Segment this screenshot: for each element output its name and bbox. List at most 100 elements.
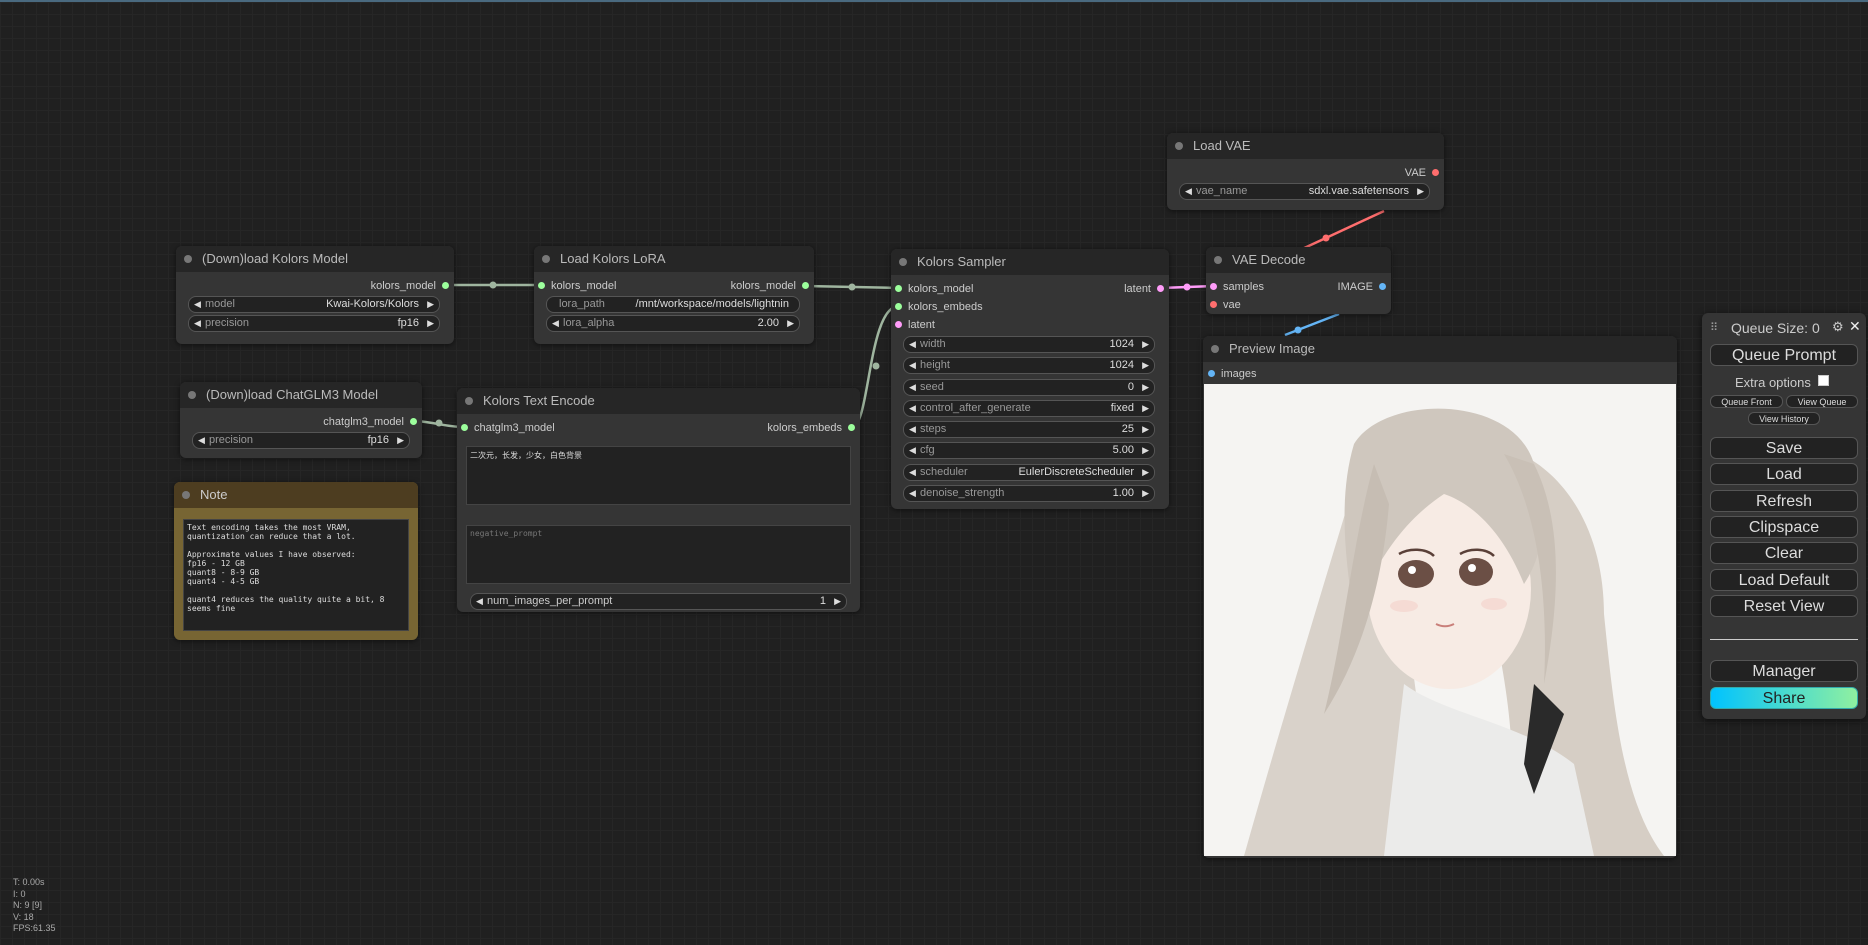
view-history-button[interactable]: View History bbox=[1748, 412, 1820, 425]
load-button[interactable]: Load bbox=[1710, 463, 1858, 485]
output-slot-latent[interactable]: latent bbox=[1124, 282, 1151, 296]
output-slot-kolors-model[interactable]: kolors_model bbox=[371, 279, 436, 293]
input-slot-kolors-model[interactable]: kolors_model bbox=[908, 282, 973, 296]
node-title[interactable]: Preview Image bbox=[1203, 336, 1677, 362]
sampler-widget[interactable]: ◀ denoise_strength 1.00 ▶ bbox=[903, 484, 1155, 502]
arrow-left-icon[interactable]: ◀ bbox=[909, 358, 916, 373]
arrow-left-icon[interactable]: ◀ bbox=[198, 433, 205, 448]
widget-lora-path[interactable]: lora_path /mnt/workspace/models/lightnin bbox=[546, 296, 800, 313]
input-dot-icon[interactable] bbox=[1208, 370, 1215, 377]
collapse-dot-icon[interactable] bbox=[542, 255, 550, 263]
collapse-dot-icon[interactable] bbox=[1214, 256, 1222, 264]
node-load-kolors-model[interactable]: (Down)load Kolors Model kolors_model ◀ m… bbox=[176, 246, 454, 344]
arrow-right-icon[interactable]: ▶ bbox=[787, 316, 794, 331]
manager-button[interactable]: Manager bbox=[1710, 660, 1858, 682]
input-dot-icon[interactable] bbox=[1210, 301, 1217, 308]
view-queue-button[interactable]: View Queue bbox=[1786, 395, 1858, 408]
collapse-dot-icon[interactable] bbox=[182, 491, 190, 499]
input-dot-icon[interactable] bbox=[461, 424, 468, 431]
arrow-left-icon[interactable]: ◀ bbox=[909, 486, 916, 501]
refresh-button[interactable]: Refresh bbox=[1710, 490, 1858, 512]
output-dot-icon[interactable] bbox=[410, 418, 417, 425]
arrow-right-icon[interactable]: ▶ bbox=[1142, 358, 1149, 373]
node-title[interactable]: (Down)load Kolors Model bbox=[176, 246, 454, 272]
arrow-left-icon[interactable]: ◀ bbox=[194, 297, 201, 312]
collapse-dot-icon[interactable] bbox=[184, 255, 192, 263]
clear-button[interactable]: Clear bbox=[1710, 542, 1858, 564]
arrow-right-icon[interactable]: ▶ bbox=[1417, 184, 1424, 199]
drag-handle-icon[interactable]: ⠿ bbox=[1710, 321, 1718, 334]
node-load-vae[interactable]: Load VAE VAE ◀ vae_name sdxl.vae.safeten… bbox=[1167, 133, 1444, 210]
input-dot-icon[interactable] bbox=[895, 285, 902, 292]
arrow-right-icon[interactable]: ▶ bbox=[834, 594, 841, 609]
output-slot-chatglm3-model[interactable]: chatglm3_model bbox=[323, 415, 404, 429]
output-slot-kolors-embeds[interactable]: kolors_embeds bbox=[767, 421, 842, 435]
sampler-widget[interactable]: ◀ scheduler EulerDiscreteScheduler ▶ bbox=[903, 463, 1155, 481]
input-slot-vae[interactable]: vae bbox=[1223, 298, 1241, 312]
output-dot-icon[interactable] bbox=[442, 282, 449, 289]
output-slot-kolors-model[interactable]: kolors_model bbox=[731, 279, 796, 293]
load-default-button[interactable]: Load Default bbox=[1710, 569, 1858, 591]
widget-model[interactable]: ◀ model Kwai-Kolors/Kolors ▶ bbox=[188, 296, 440, 313]
preview-image[interactable] bbox=[1204, 384, 1676, 856]
node-title[interactable]: Kolors Text Encode bbox=[457, 388, 860, 414]
output-slot-image[interactable]: IMAGE bbox=[1338, 280, 1373, 294]
node-title[interactable]: (Down)load ChatGLM3 Model bbox=[180, 382, 422, 408]
input-dot-icon[interactable] bbox=[538, 282, 545, 289]
note-text[interactable]: Text encoding takes the most VRAM, quant… bbox=[183, 519, 409, 631]
collapse-dot-icon[interactable] bbox=[188, 391, 196, 399]
arrow-left-icon[interactable]: ◀ bbox=[552, 316, 559, 331]
arrow-left-icon[interactable]: ◀ bbox=[909, 337, 916, 352]
extra-options-checkbox[interactable] bbox=[1817, 375, 1829, 386]
arrow-left-icon[interactable]: ◀ bbox=[909, 443, 916, 458]
sampler-widget[interactable]: ◀ steps 25 ▶ bbox=[903, 421, 1155, 438]
input-slot-images[interactable]: images bbox=[1221, 367, 1256, 381]
node-load-chatglm3[interactable]: (Down)load ChatGLM3 Model chatglm3_model… bbox=[180, 382, 422, 458]
queue-front-button[interactable]: Queue Front bbox=[1710, 395, 1783, 408]
negative-prompt-textarea[interactable]: negative_prompt bbox=[466, 525, 851, 584]
output-dot-icon[interactable] bbox=[1157, 285, 1164, 292]
arrow-right-icon[interactable]: ▶ bbox=[1142, 337, 1149, 352]
widget-precision[interactable]: ◀ precision fp16 ▶ bbox=[188, 315, 440, 332]
arrow-right-icon[interactable]: ▶ bbox=[427, 297, 434, 312]
sampler-widget[interactable]: ◀ height 1024 ▶ bbox=[903, 357, 1155, 375]
widget-lora-alpha[interactable]: ◀ lora_alpha 2.00 ▶ bbox=[546, 315, 800, 332]
arrow-right-icon[interactable]: ▶ bbox=[1142, 401, 1149, 416]
node-title[interactable]: Kolors Sampler bbox=[891, 249, 1169, 275]
node-preview-image[interactable]: Preview Image images bbox=[1203, 336, 1677, 858]
node-note[interactable]: Note Text encoding takes the most VRAM, … bbox=[174, 482, 418, 640]
queue-prompt-button[interactable]: Queue Prompt bbox=[1710, 344, 1858, 366]
collapse-dot-icon[interactable] bbox=[899, 258, 907, 266]
widget-vae-name[interactable]: ◀ vae_name sdxl.vae.safetensors ▶ bbox=[1179, 183, 1430, 200]
node-kolors-sampler[interactable]: Kolors Sampler kolors_model kolors_embed… bbox=[891, 249, 1169, 509]
output-slot-vae[interactable]: VAE bbox=[1405, 166, 1426, 180]
input-slot-latent[interactable]: latent bbox=[908, 318, 935, 332]
clipspace-button[interactable]: Clipspace bbox=[1710, 516, 1858, 538]
arrow-left-icon[interactable]: ◀ bbox=[909, 401, 916, 416]
arrow-right-icon[interactable]: ▶ bbox=[1142, 422, 1149, 437]
prompt-textarea[interactable]: 二次元，长发，少女，白色背景 bbox=[466, 446, 851, 505]
reset-view-button[interactable]: Reset View bbox=[1710, 595, 1858, 617]
arrow-right-icon[interactable]: ▶ bbox=[1142, 486, 1149, 501]
node-load-kolors-lora[interactable]: Load Kolors LoRA kolors_model kolors_mod… bbox=[534, 246, 814, 344]
collapse-dot-icon[interactable] bbox=[465, 397, 473, 405]
gear-icon[interactable]: ⚙ bbox=[1832, 319, 1844, 335]
node-title[interactable]: Note bbox=[174, 482, 418, 508]
input-dot-icon[interactable] bbox=[1210, 283, 1217, 290]
arrow-left-icon[interactable]: ◀ bbox=[1185, 184, 1192, 199]
collapse-dot-icon[interactable] bbox=[1211, 345, 1219, 353]
extra-options[interactable]: Extra options bbox=[1735, 375, 1829, 390]
arrow-left-icon[interactable]: ◀ bbox=[476, 594, 483, 609]
widget-num-images[interactable]: ◀ num_images_per_prompt 1 ▶ bbox=[470, 593, 847, 610]
collapse-dot-icon[interactable] bbox=[1175, 142, 1183, 150]
save-button[interactable]: Save bbox=[1710, 437, 1858, 459]
arrow-left-icon[interactable]: ◀ bbox=[909, 380, 916, 395]
arrow-right-icon[interactable]: ▶ bbox=[1142, 465, 1149, 480]
input-slot-chatglm3-model[interactable]: chatglm3_model bbox=[474, 421, 555, 435]
sampler-widget[interactable]: ◀ control_after_generate fixed ▶ bbox=[903, 399, 1155, 417]
share-button[interactable]: Share bbox=[1710, 687, 1858, 709]
close-icon[interactable]: ✕ bbox=[1849, 318, 1861, 335]
input-slot-kolors-model[interactable]: kolors_model bbox=[551, 279, 616, 293]
node-title[interactable]: Load Kolors LoRA bbox=[534, 246, 814, 272]
arrow-right-icon[interactable]: ▶ bbox=[1142, 380, 1149, 395]
